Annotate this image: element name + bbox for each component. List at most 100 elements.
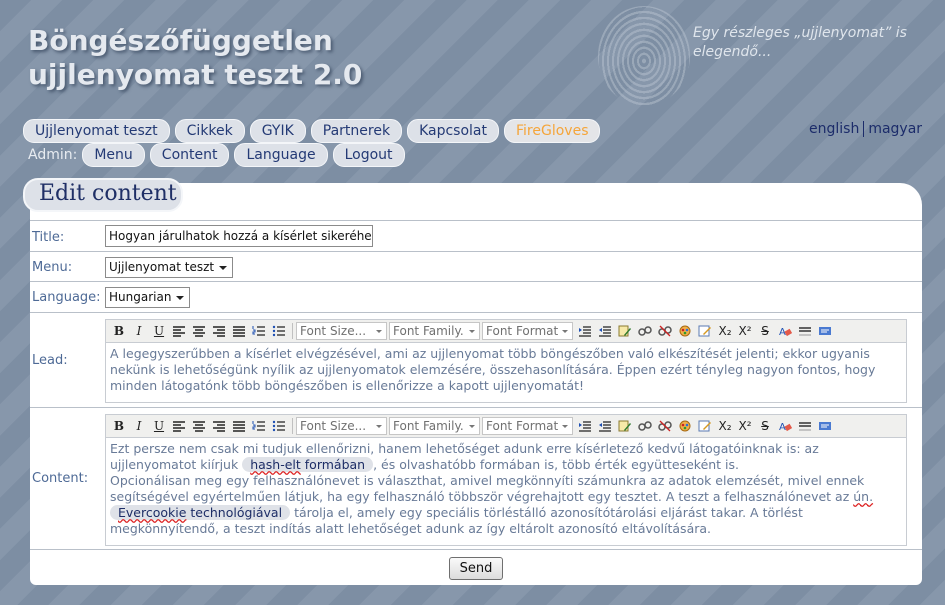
superscript-button[interactable]: X² [735,322,755,340]
lead-editor: B I U Font Size... Font Family. Font For… [105,319,907,403]
lead-toolbar: B I U Font Size... Font Family. Font For… [106,320,906,343]
bold-button[interactable]: B [109,322,129,340]
numbered-list-icon[interactable] [249,322,269,340]
align-right-icon[interactable] [209,322,229,340]
font-size-dropdown[interactable]: Font Size... [296,322,387,340]
font-size-dropdown[interactable]: Font Size... [296,417,387,435]
admin-nav: Admin: Menu Content Language Logout [28,143,405,167]
edit-html-icon[interactable] [615,417,635,435]
toolbar-separator [292,418,293,434]
font-family-dropdown[interactable]: Font Family. [389,417,480,435]
edit-html-icon[interactable] [615,322,635,340]
page-title-tab: Edit content [23,178,183,212]
clear-format-icon[interactable]: A [775,322,795,340]
edit-content-panel: Title: Hogyan járulhatok hozzá a kísérle… [30,183,922,585]
content-editor: B I U Font Size... Font Family. Font For… [105,414,907,546]
site-tagline: Egy részleges „ujjlenyomat” is elegendő.… [693,25,907,60]
title-input[interactable]: Hogyan járulhatok hozzá a kísérlet siker… [105,225,373,247]
align-left-icon[interactable] [169,322,189,340]
page-title: Edit content [39,181,177,206]
content-toolbar: B I U Font Size... Font Family. Font For… [106,415,906,438]
unlink-icon[interactable] [655,417,675,435]
align-center-icon[interactable] [189,417,209,435]
align-justify-icon[interactable] [229,417,249,435]
admin-item-logout[interactable]: Logout [332,143,405,167]
admin-item-language[interactable]: Language [234,143,328,167]
color-icon[interactable] [675,322,695,340]
strikethrough-button[interactable]: S [755,322,775,340]
site-title-line2: ujjlenyomat teszt 2.0 [28,58,363,91]
bullet-list-icon[interactable] [269,322,289,340]
menu-label: Menu: [32,260,73,275]
bullet-list-icon[interactable] [269,417,289,435]
content-paragraph-1b: , és olvashatóbb formában is, több érték… [373,457,740,472]
font-format-dropdown[interactable]: Font Format [482,322,573,340]
italic-button[interactable]: I [129,417,149,435]
outdent-icon[interactable] [575,322,595,340]
align-right-icon[interactable] [209,417,229,435]
hash-link[interactable]: hash-elt formában [242,457,374,472]
align-justify-icon[interactable] [229,322,249,340]
html-icon[interactable] [815,322,835,340]
underline-button[interactable]: U [149,322,169,340]
admin-item-content[interactable]: Content [149,143,230,167]
lead-label: Lead: [32,353,68,368]
font-family-dropdown[interactable]: Font Family. [389,322,480,340]
align-center-icon[interactable] [189,322,209,340]
menu-select-value: Ujjlenyomat teszt [109,260,215,274]
underline-button[interactable]: U [149,417,169,435]
send-row-divider [30,549,922,550]
content-abbrev: ún. [853,489,874,504]
italic-button[interactable]: I [129,322,149,340]
outdent-icon[interactable] [575,417,595,435]
hash-link-word: hash-elt [250,457,301,472]
link-icon[interactable] [635,322,655,340]
color-icon[interactable] [675,417,695,435]
fingerprint-graphic [598,6,690,106]
edit-icon[interactable] [695,322,715,340]
content-text[interactable]: Ezt persze nem csak mi tudjuk ellenőrizn… [106,438,906,540]
bold-button[interactable]: B [109,417,129,435]
language-switcher: english magyar [809,121,922,137]
indent-icon[interactable] [595,417,615,435]
nav-item-kapcsolat[interactable]: Kapcsolat [407,119,499,143]
language-label: Language: [32,290,101,305]
indent-icon[interactable] [595,322,615,340]
clear-format-icon[interactable]: A [775,417,795,435]
horizontal-rule-icon[interactable] [795,417,815,435]
lang-english-link[interactable]: english [809,121,859,137]
language-select[interactable]: Hungarian [105,287,191,308]
hash-link-rest: formában [300,457,366,472]
subscript-button[interactable]: X₂ [715,322,735,340]
toolbar-separator [292,323,293,339]
strikethrough-button[interactable]: S [755,417,775,435]
language-select-value: Hungarian [109,290,172,304]
admin-item-menu[interactable]: Menu [82,143,145,167]
superscript-button[interactable]: X² [735,417,755,435]
nav-item-gyik[interactable]: GYIK [249,119,306,143]
content-paragraph-2a: Opcionálisan meg egy felhasználónevet is… [110,473,865,504]
html-icon[interactable] [815,417,835,435]
content-label: Content: [32,471,89,486]
lang-magyar-link[interactable]: magyar [868,121,922,137]
edit-icon[interactable] [695,417,715,435]
nav-item-firegloves[interactable]: FireGloves [504,119,601,143]
font-format-dropdown[interactable]: Font Format [482,417,573,435]
link-icon[interactable] [635,417,655,435]
evercookie-link-rest: technológiával [186,505,283,520]
evercookie-link[interactable]: Evercookie technológiával [110,505,291,520]
unlink-icon[interactable] [655,322,675,340]
horizontal-rule-icon[interactable] [795,322,815,340]
site-title-line1: Böngészőfüggetlen [28,24,333,57]
evercookie-link-word: Evercookie [118,505,187,520]
nav-item-ujjlenyomat-teszt[interactable]: Ujjlenyomat teszt [23,119,170,143]
numbered-list-icon[interactable] [249,417,269,435]
subscript-button[interactable]: X₂ [715,417,735,435]
lang-separator [863,121,865,137]
menu-select[interactable]: Ujjlenyomat teszt [105,257,234,278]
send-button[interactable]: Send [449,557,503,580]
lead-text[interactable]: A legegyszerűbben a kísérlet elvégzéséve… [106,343,906,397]
nav-item-cikkek[interactable]: Cikkek [174,119,245,143]
nav-item-partnerek[interactable]: Partnerek [310,119,403,143]
align-left-icon[interactable] [169,417,189,435]
